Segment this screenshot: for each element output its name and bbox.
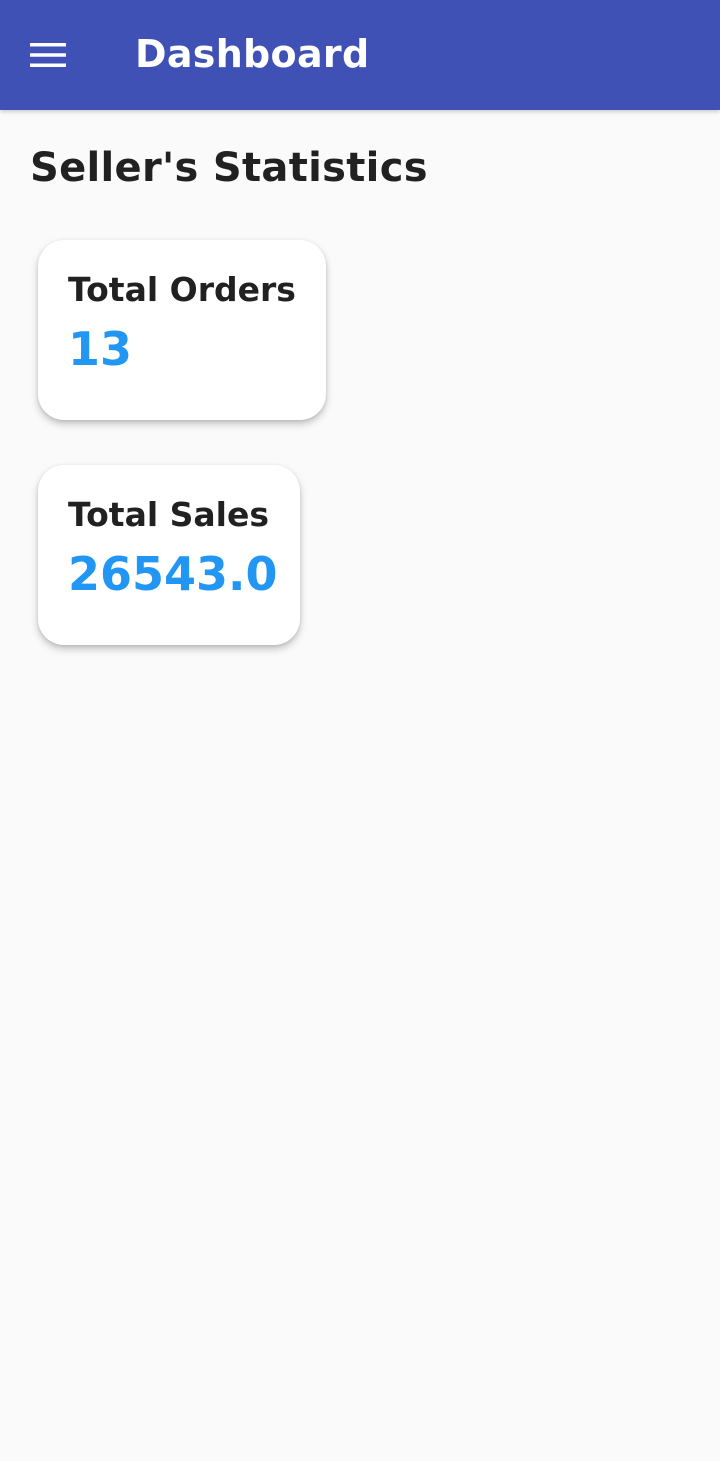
total-orders-label: Total Orders	[68, 270, 296, 309]
total-orders-card[interactable]: Total Orders 13	[38, 240, 326, 420]
menu-button[interactable]	[20, 27, 76, 83]
total-sales-value: 26543.0	[68, 546, 278, 601]
total-orders-value: 13	[68, 321, 133, 376]
total-sales-card[interactable]: Total Sales 26543.0	[38, 465, 300, 645]
total-sales-label: Total Sales	[68, 495, 270, 534]
page-title: Dashboard	[135, 32, 370, 76]
app-bar: Dashboard	[0, 0, 720, 110]
main-content: Seller's Statistics Total Orders 13 Tota…	[0, 110, 720, 1461]
section-title: Seller's Statistics	[30, 145, 428, 191]
menu-icon	[30, 43, 66, 67]
